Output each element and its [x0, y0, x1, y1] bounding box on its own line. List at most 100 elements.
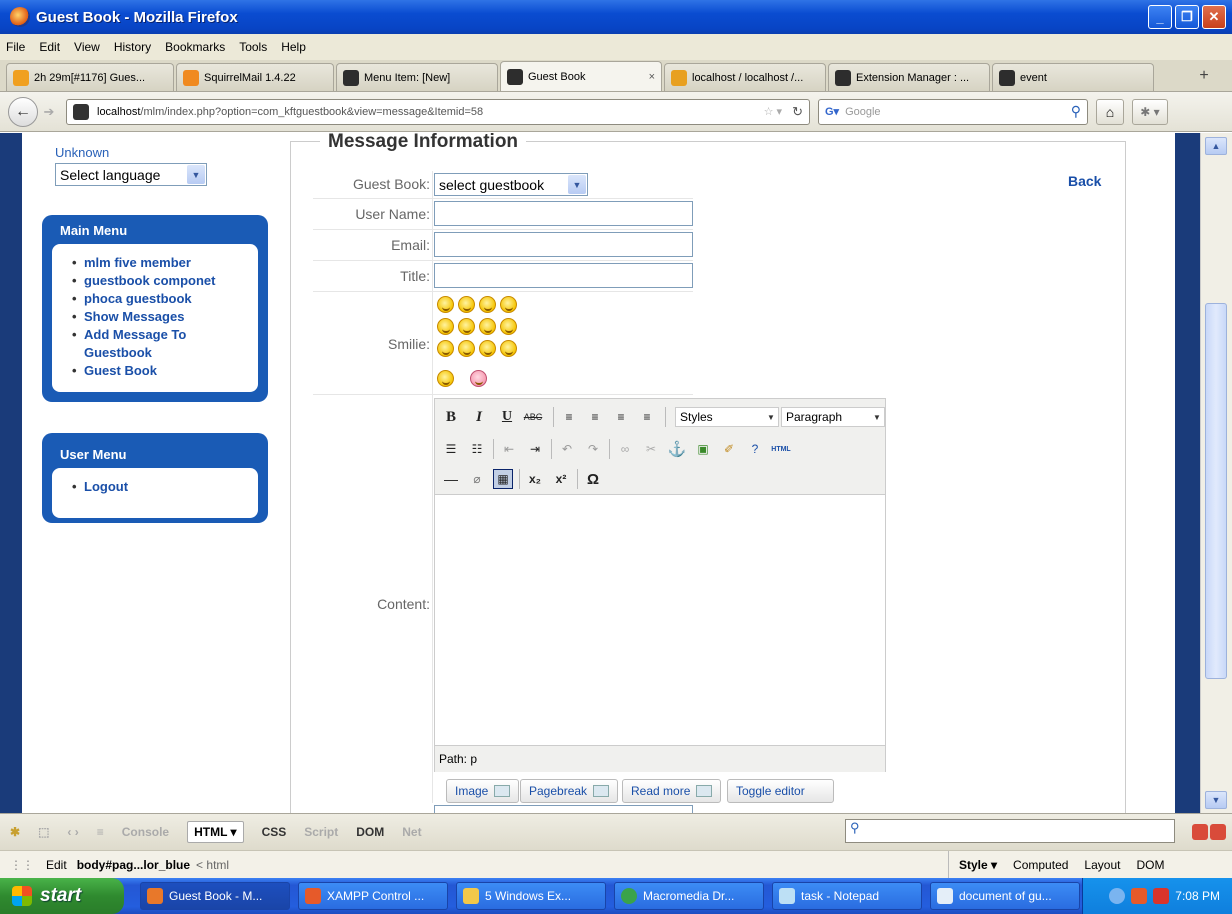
html-source-icon[interactable]: HTML: [771, 439, 791, 459]
reload-icon[interactable]: ↻: [792, 104, 803, 120]
new-tab-icon[interactable]: +: [1192, 64, 1216, 88]
menu-link-add-message[interactable]: Add Message ToGuestbook: [72, 326, 248, 362]
firebug-minimize-icon[interactable]: [1192, 824, 1208, 840]
task-guest-book[interactable]: Guest Book - M...: [140, 882, 290, 910]
smiley-confused-icon[interactable]: [458, 340, 475, 357]
strikethrough-icon[interactable]: ABC: [523, 407, 543, 427]
list-icon[interactable]: ≡: [97, 825, 104, 839]
search-tray-icon[interactable]: [1153, 888, 1170, 904]
search-input[interactable]: G▾ Google ⚲: [818, 98, 1088, 125]
tab-squirrelmail[interactable]: SquirrelMail 1.4.22: [176, 63, 334, 91]
menu-view[interactable]: View: [74, 40, 100, 54]
editor-body[interactable]: [435, 496, 885, 745]
align-left-icon[interactable]: ≡: [559, 407, 579, 427]
format-select[interactable]: Paragraph ▼: [781, 407, 885, 427]
breadcrumb-body[interactable]: body#pag...lor_blue: [77, 858, 190, 872]
breadcrumb-html[interactable]: < html: [196, 858, 229, 872]
close-button[interactable]: ✕: [1202, 5, 1226, 29]
tab-guest-book[interactable]: Guest Book ×: [500, 61, 662, 91]
task-macromedia[interactable]: Macromedia Dr...: [614, 882, 764, 910]
smiley-neutral-icon[interactable]: [500, 340, 517, 357]
italic-icon[interactable]: I: [469, 407, 489, 427]
next-input-partial[interactable]: [434, 805, 693, 813]
firebug-icon[interactable]: ✱: [10, 825, 20, 839]
task-xampp[interactable]: XAMPP Control ...: [298, 882, 448, 910]
back-icon[interactable]: ←: [8, 96, 38, 127]
firebug-side-tab-style[interactable]: Style ▾: [959, 858, 997, 872]
cleanup-icon[interactable]: ✐: [719, 439, 739, 459]
task-document[interactable]: document of gu...: [930, 882, 1080, 910]
expand-icon[interactable]: ⋮⋮: [10, 858, 34, 872]
firebug-tab-css[interactable]: CSS: [262, 825, 287, 839]
styles-select[interactable]: Styles ▼: [675, 407, 779, 427]
undo-icon[interactable]: ↶: [557, 439, 577, 459]
maximize-button[interactable]: ❐: [1175, 5, 1199, 29]
table-icon[interactable]: ▦: [493, 469, 513, 489]
scroll-down-icon[interactable]: ▼: [1205, 791, 1227, 809]
subscript-icon[interactable]: x₂: [525, 469, 545, 489]
help-icon[interactable]: ?: [745, 439, 765, 459]
smiley-sad-icon[interactable]: [437, 340, 454, 357]
tray-arrow-icon[interactable]: [1109, 888, 1126, 904]
link-icon[interactable]: ∞: [615, 439, 635, 459]
minimize-button[interactable]: _: [1148, 5, 1172, 29]
unlink-icon[interactable]: ✂: [641, 439, 661, 459]
menu-link-mlm-five-member[interactable]: mlm five member: [72, 254, 248, 272]
smiley-wink-icon[interactable]: [437, 296, 454, 313]
superscript-icon[interactable]: x²: [551, 469, 571, 489]
home-icon[interactable]: ⌂: [1096, 98, 1124, 125]
remove-format-icon[interactable]: ⌀: [467, 469, 487, 489]
firebug-tab-script[interactable]: Script: [304, 825, 338, 839]
tab-extension-manager[interactable]: Extension Manager : ...: [828, 63, 990, 91]
toggle-editor-button[interactable]: Toggle editor: [727, 779, 834, 803]
redo-icon[interactable]: ↷: [583, 439, 603, 459]
menu-history[interactable]: History: [114, 40, 151, 54]
start-button[interactable]: start: [0, 878, 124, 914]
firebug-tab-net[interactable]: Net: [402, 825, 421, 839]
align-justify-icon[interactable]: ≡: [637, 407, 657, 427]
smiley-smile-icon[interactable]: [500, 318, 517, 335]
tab-timer[interactable]: 2h 29m[#1176] Gues...: [6, 63, 174, 91]
addon-icon[interactable]: ✱ ▾: [1132, 98, 1168, 125]
tab-close-icon[interactable]: ×: [631, 71, 655, 83]
menu-link-guest-book[interactable]: Guest Book: [72, 362, 248, 380]
back-link[interactable]: Back: [1068, 173, 1101, 189]
menu-link-guestbook-componet[interactable]: guestbook componet: [72, 272, 248, 290]
menu-help[interactable]: Help: [281, 40, 306, 54]
tab-menu-item[interactable]: Menu Item: [New]: [336, 63, 498, 91]
firebug-side-tab-computed[interactable]: Computed: [1013, 858, 1068, 872]
scroll-up-icon[interactable]: ▲: [1205, 137, 1227, 155]
menu-file[interactable]: File: [6, 40, 25, 54]
edit-button[interactable]: Edit: [46, 858, 67, 872]
inspect-icon[interactable]: ⬚: [38, 825, 49, 839]
smiley-shock-icon[interactable]: [437, 318, 454, 335]
chevron-down-icon[interactable]: ▼: [568, 175, 586, 194]
smiley-grin-icon[interactable]: [458, 296, 475, 313]
firebug-tab-console[interactable]: Console: [122, 825, 169, 839]
search-icon[interactable]: ⚲: [1071, 103, 1081, 120]
anchor-icon[interactable]: ⚓: [667, 439, 687, 459]
align-center-icon[interactable]: ≡: [585, 407, 605, 427]
email-input[interactable]: [434, 232, 693, 257]
smiley-surprise-icon[interactable]: [458, 318, 475, 335]
nav-back-icon[interactable]: ‹ ›: [67, 825, 78, 839]
task-notepad[interactable]: task - Notepad: [772, 882, 922, 910]
bullet-list-icon[interactable]: ☰: [441, 439, 461, 459]
menu-bookmarks[interactable]: Bookmarks: [165, 40, 225, 54]
menu-tools[interactable]: Tools: [239, 40, 267, 54]
language-select[interactable]: Select language ▼: [55, 163, 207, 186]
bold-icon[interactable]: B: [441, 407, 461, 427]
smiley-happy-icon[interactable]: [437, 370, 454, 387]
firebug-side-tab-dom[interactable]: DOM: [1136, 858, 1164, 872]
menu-link-show-messages[interactable]: Show Messages: [72, 308, 248, 326]
align-right-icon[interactable]: ≡: [611, 407, 631, 427]
image-icon[interactable]: ▣: [693, 439, 713, 459]
image-button[interactable]: Image: [446, 779, 520, 803]
outdent-icon[interactable]: ⇤: [499, 439, 519, 459]
smiley-angry-icon[interactable]: [470, 370, 487, 387]
forward-icon[interactable]: ➔: [38, 101, 60, 123]
menu-link-phoca-guestbook[interactable]: phoca guestbook: [72, 290, 248, 308]
guestbook-select[interactable]: select guestbook ▼: [434, 173, 588, 196]
scroll-thumb[interactable]: [1205, 303, 1227, 679]
title-input[interactable]: [434, 263, 693, 288]
